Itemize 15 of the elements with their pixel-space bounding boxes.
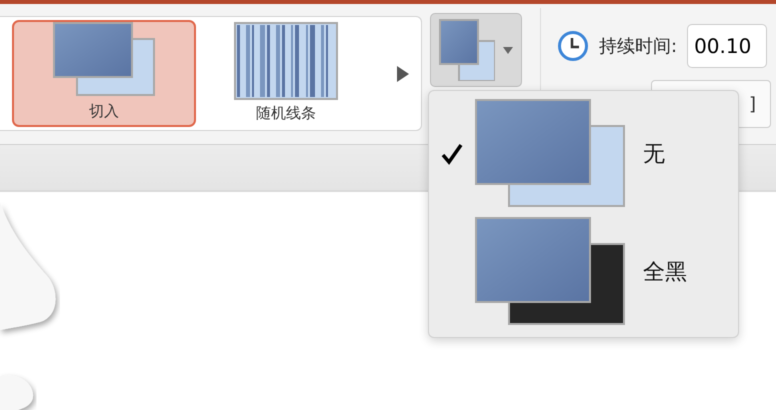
vertical-stripes-icon bbox=[234, 22, 338, 100]
slide-transition-icon bbox=[53, 22, 155, 98]
slide-transition-icon bbox=[439, 19, 495, 81]
slide-transition-icon bbox=[475, 99, 627, 209]
transition-option[interactable]: 随机线条 bbox=[234, 20, 338, 127]
caret-icon bbox=[503, 46, 513, 54]
duration-label: 持续时间: bbox=[599, 35, 678, 58]
effect-options-button[interactable] bbox=[430, 13, 522, 87]
transition-option[interactable]: 切入 bbox=[12, 20, 196, 127]
clock-icon bbox=[557, 30, 589, 62]
scroll-right-icon[interactable] bbox=[397, 66, 409, 82]
menu-item[interactable]: 全黑 bbox=[429, 217, 738, 327]
slide-transition-icon bbox=[475, 217, 627, 327]
duration-field[interactable]: 00.10 bbox=[687, 24, 768, 68]
menu-item[interactable]: 无 bbox=[429, 99, 738, 209]
